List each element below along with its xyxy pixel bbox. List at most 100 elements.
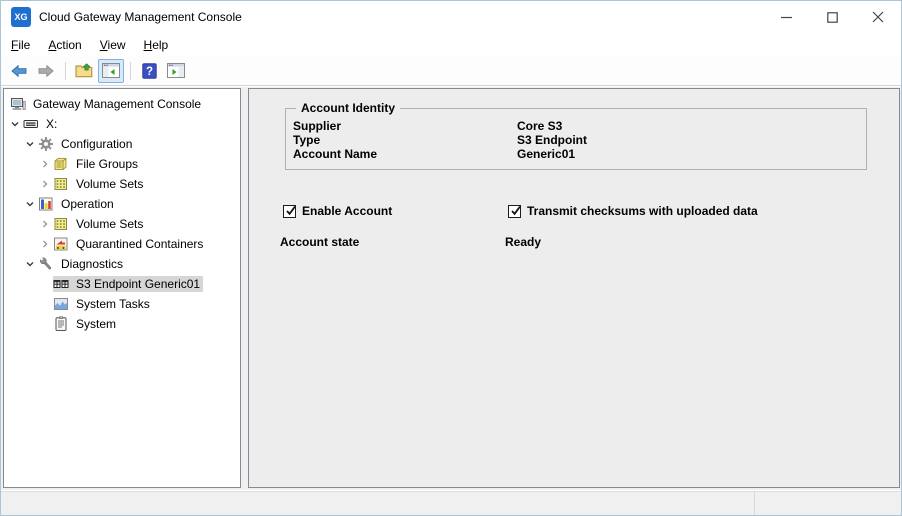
tree-item-label: Quarantined Containers bbox=[73, 236, 206, 252]
show-console-tree-icon bbox=[102, 63, 120, 78]
help-button[interactable]: ? bbox=[136, 59, 162, 83]
show-action-pane-button[interactable] bbox=[163, 59, 189, 83]
system-tasks-chart-icon bbox=[53, 296, 69, 312]
tree-item-label: System bbox=[73, 316, 119, 332]
field-label: Account Name bbox=[293, 147, 517, 161]
close-icon bbox=[872, 11, 884, 23]
status-bar-right-section bbox=[754, 492, 901, 515]
window-title: Cloud Gateway Management Console bbox=[39, 10, 242, 24]
tree-item-file-groups[interactable]: File Groups bbox=[4, 154, 240, 174]
system-document-icon bbox=[53, 316, 69, 332]
panel-splitter[interactable] bbox=[241, 88, 248, 488]
minimize-icon bbox=[781, 12, 792, 23]
tree-item-label: File Groups bbox=[73, 156, 141, 172]
field-row: Account Name Generic01 bbox=[293, 147, 866, 161]
console-computer-icon bbox=[10, 96, 26, 112]
menu-view[interactable]: View bbox=[91, 35, 135, 55]
drive-icon bbox=[23, 116, 39, 132]
transmit-checksums-checkbox-group: Transmit checksums with uploaded data bbox=[508, 204, 758, 218]
back-arrow-icon bbox=[10, 64, 28, 78]
menu-help[interactable]: Help bbox=[135, 35, 178, 55]
tree-item-operation[interactable]: Operation bbox=[4, 194, 240, 214]
tree-item-system[interactable]: System bbox=[4, 314, 240, 334]
checkbox-label: Transmit checksums with uploaded data bbox=[527, 204, 758, 218]
title-bar: XG Cloud Gateway Management Console bbox=[1, 1, 901, 33]
chevron-right-icon[interactable] bbox=[37, 176, 53, 192]
chevron-down-icon[interactable] bbox=[7, 116, 23, 132]
tree-item-volume-sets-operation[interactable]: Volume Sets bbox=[4, 214, 240, 234]
show-action-pane-icon bbox=[167, 63, 185, 78]
menu-bar: File Action View Help bbox=[1, 33, 901, 56]
chevron-none bbox=[37, 296, 53, 312]
bar-chart-icon bbox=[38, 196, 54, 212]
tree-item-label: System Tasks bbox=[73, 296, 153, 312]
checkmark-icon bbox=[284, 204, 298, 218]
export-folder-button[interactable] bbox=[71, 59, 97, 83]
field-label: Type bbox=[293, 133, 517, 147]
quarantine-icon bbox=[53, 236, 69, 252]
chevron-none bbox=[37, 276, 53, 292]
toolbar: ? bbox=[1, 56, 901, 86]
tree-item-diagnostics[interactable]: Diagnostics bbox=[4, 254, 240, 274]
tree-item-label: Volume Sets bbox=[73, 176, 146, 192]
maximize-button[interactable] bbox=[809, 1, 855, 33]
tree-item-system-tasks[interactable]: System Tasks bbox=[4, 294, 240, 314]
enable-account-checkbox[interactable] bbox=[283, 205, 296, 218]
account-state-value: Ready bbox=[505, 235, 541, 249]
tree-item-x-drive[interactable]: X: bbox=[4, 114, 240, 134]
help-icon: ? bbox=[142, 63, 157, 79]
chevron-down-icon[interactable] bbox=[22, 196, 38, 212]
tree-item-label: X: bbox=[43, 116, 60, 132]
toolbar-separator bbox=[65, 62, 66, 80]
content-area: Gateway Management Console X: bbox=[1, 87, 901, 490]
chevron-right-icon[interactable] bbox=[37, 236, 53, 252]
volume-sets-icon bbox=[53, 216, 69, 232]
checkmark-icon bbox=[509, 204, 523, 218]
close-button[interactable] bbox=[855, 1, 901, 33]
chevron-right-icon[interactable] bbox=[37, 216, 53, 232]
svg-text:?: ? bbox=[145, 66, 152, 78]
maximize-icon bbox=[827, 12, 838, 23]
chevron-down-icon[interactable] bbox=[22, 256, 38, 272]
tree-item-label: Gateway Management Console bbox=[30, 96, 204, 112]
tree-item-quarantined-containers[interactable]: Quarantined Containers bbox=[4, 234, 240, 254]
tree-item-s3-endpoint-generic01[interactable]: S3 Endpoint Generic01 bbox=[4, 274, 240, 294]
account-state-label: Account state bbox=[280, 235, 359, 249]
file-groups-icon bbox=[53, 156, 69, 172]
app-icon: XG bbox=[11, 7, 31, 27]
enable-account-checkbox-group: Enable Account bbox=[283, 204, 392, 218]
tree-item-label: Diagnostics bbox=[58, 256, 126, 272]
tree-item-volume-sets-configuration[interactable]: Volume Sets bbox=[4, 174, 240, 194]
minimize-button[interactable] bbox=[763, 1, 809, 33]
account-identity-groupbox: Account Identity Supplier Core S3 Type S… bbox=[285, 108, 867, 170]
groupbox-title: Account Identity bbox=[296, 101, 400, 115]
chevron-down-icon[interactable] bbox=[22, 136, 38, 152]
forward-button[interactable] bbox=[33, 59, 59, 83]
field-label: Supplier bbox=[293, 119, 517, 133]
field-row: Supplier Core S3 bbox=[293, 119, 866, 133]
transmit-checksums-checkbox[interactable] bbox=[508, 205, 521, 218]
field-value: Core S3 bbox=[517, 119, 562, 133]
app-window: XG Cloud Gateway Management Console File… bbox=[0, 0, 902, 516]
show-console-tree-button[interactable] bbox=[98, 59, 124, 83]
tree-item-gateway-management-console[interactable]: Gateway Management Console bbox=[4, 94, 240, 114]
menu-file[interactable]: File bbox=[2, 35, 39, 55]
back-button[interactable] bbox=[6, 59, 32, 83]
status-bar bbox=[1, 491, 901, 515]
field-row: Type S3 Endpoint bbox=[293, 133, 866, 147]
export-folder-icon bbox=[75, 63, 93, 79]
status-bar-message-area bbox=[1, 492, 754, 515]
forward-arrow-icon bbox=[37, 64, 55, 78]
field-value: Generic01 bbox=[517, 147, 575, 161]
tree-item-label: Operation bbox=[58, 196, 117, 212]
gear-icon bbox=[38, 136, 54, 152]
field-value: S3 Endpoint bbox=[517, 133, 587, 147]
tree-item-label: Volume Sets bbox=[73, 216, 146, 232]
tree-item-configuration[interactable]: Configuration bbox=[4, 134, 240, 154]
volume-sets-icon bbox=[53, 176, 69, 192]
wrench-icon bbox=[38, 256, 54, 272]
chevron-right-icon[interactable] bbox=[37, 156, 53, 172]
chevron-none bbox=[37, 316, 53, 332]
menu-action[interactable]: Action bbox=[39, 35, 90, 55]
detail-panel: Account Identity Supplier Core S3 Type S… bbox=[248, 88, 900, 488]
